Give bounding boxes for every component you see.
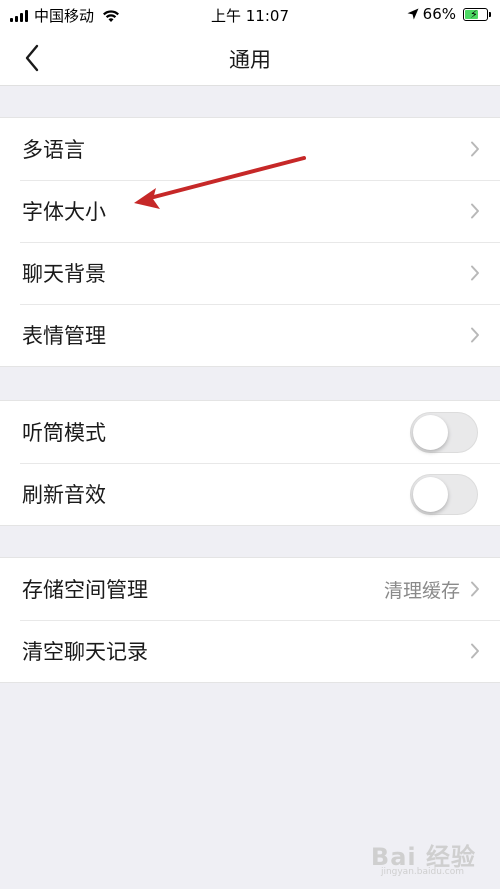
location-arrow-icon bbox=[407, 8, 419, 20]
refresh-sound-toggle[interactable] bbox=[410, 474, 478, 515]
row-sticker-management[interactable]: 表情管理 bbox=[0, 304, 500, 366]
clear-cache-value: 清理缓存 bbox=[383, 579, 460, 602]
row-label: 存储空间管理 bbox=[22, 578, 148, 602]
row-label: 刷新音效 bbox=[22, 483, 106, 507]
settings-group-display: 多语言 字体大小 聊天背景 表情管理 bbox=[0, 117, 500, 367]
chevron-right-icon bbox=[471, 327, 479, 343]
chevron-right-icon bbox=[471, 141, 479, 157]
row-multi-language[interactable]: 多语言 bbox=[0, 118, 500, 180]
settings-group-storage: 存储空间管理 清理缓存 清空聊天记录 bbox=[0, 557, 500, 683]
page-title: 通用 bbox=[229, 48, 271, 72]
row-clear-chat-history[interactable]: 清空聊天记录 bbox=[0, 620, 500, 682]
earpiece-mode-toggle[interactable] bbox=[410, 412, 478, 453]
row-label: 多语言 bbox=[22, 138, 85, 162]
row-label: 听筒模式 bbox=[22, 421, 106, 445]
row-label: 字体大小 bbox=[22, 200, 106, 224]
row-font-size[interactable]: 字体大小 bbox=[0, 180, 500, 242]
row-storage-management[interactable]: 存储空间管理 清理缓存 bbox=[0, 558, 500, 620]
navigation-bar: 通用 bbox=[0, 30, 500, 86]
watermark-subtext: jingyan.baidu.com bbox=[380, 867, 464, 877]
battery-percent: 66% bbox=[422, 5, 456, 23]
row-label: 聊天背景 bbox=[22, 262, 106, 286]
chevron-right-icon bbox=[471, 643, 479, 659]
charging-bolt-icon: ⚡ bbox=[470, 7, 478, 21]
baidu-jingyan-watermark: Bai 经验 jingyan.baidu.com bbox=[346, 833, 486, 883]
status-bar: 中国移动 上午 11:07 66% ⚡ bbox=[0, 0, 500, 30]
row-earpiece-mode: 听筒模式 bbox=[0, 401, 500, 463]
battery-charging-icon: ⚡ bbox=[463, 7, 491, 21]
row-label: 表情管理 bbox=[22, 324, 106, 348]
row-label: 清空聊天记录 bbox=[22, 640, 148, 664]
row-refresh-sound: 刷新音效 bbox=[0, 463, 500, 525]
chevron-right-icon bbox=[471, 581, 479, 597]
row-chat-background[interactable]: 聊天背景 bbox=[0, 242, 500, 304]
toggle-knob bbox=[413, 415, 448, 450]
chevron-right-icon bbox=[471, 203, 479, 219]
settings-group-audio: 听筒模式 刷新音效 bbox=[0, 400, 500, 526]
status-right: 66% ⚡ bbox=[407, 5, 491, 23]
toggle-knob bbox=[413, 477, 448, 512]
chevron-right-icon bbox=[471, 265, 479, 281]
